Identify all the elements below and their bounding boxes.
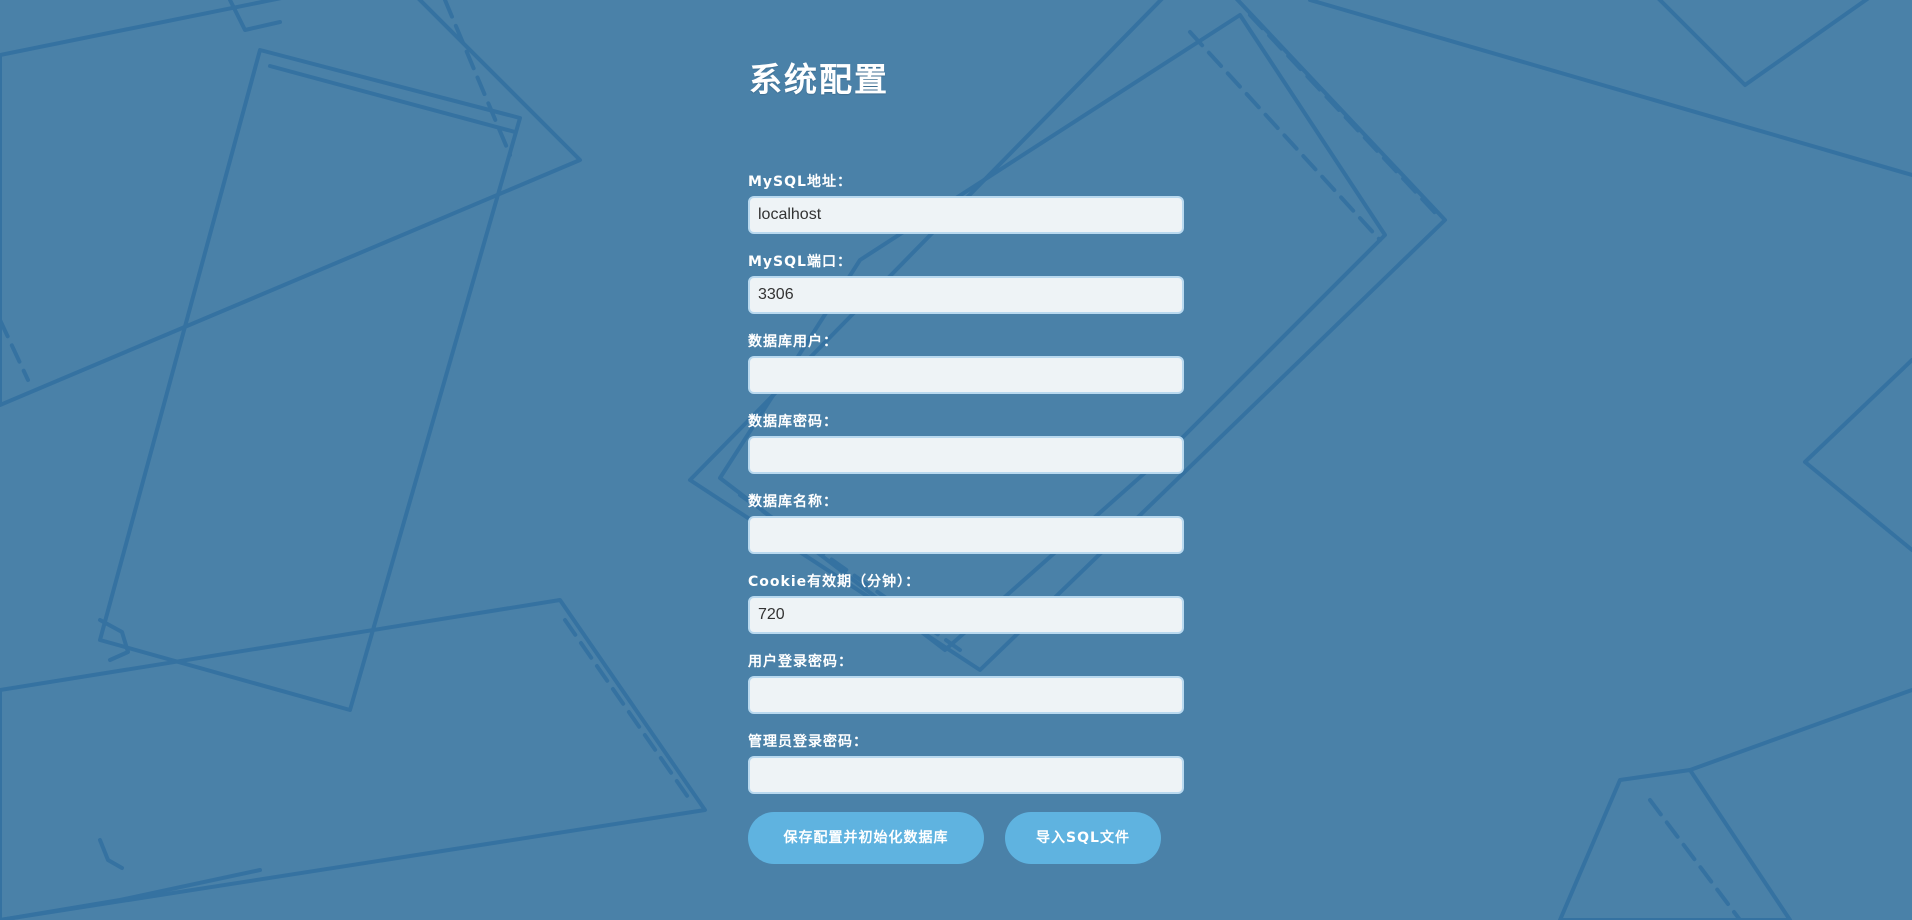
mysql-port-input[interactable] xyxy=(748,276,1184,314)
user-password-input[interactable] xyxy=(748,676,1184,714)
db-user-label: 数据库用户： xyxy=(748,334,838,350)
cookie-expiry-input[interactable] xyxy=(748,596,1184,634)
mysql-host-label: MySQL地址： xyxy=(748,174,852,190)
cookie-expiry-field: Cookie有效期（分钟）： xyxy=(748,572,1184,634)
db-password-input[interactable] xyxy=(748,436,1184,474)
user-password-label: 用户登录密码： xyxy=(748,654,853,670)
db-user-field: 数据库用户： xyxy=(748,332,1184,394)
db-name-field: 数据库名称： xyxy=(748,492,1184,554)
admin-password-field: 管理员登录密码： xyxy=(748,732,1184,794)
config-panel: 系统配置 MySQL地址： MySQL端口： 数据库用户： 数据库密码： 数据库… xyxy=(748,60,1184,864)
db-password-field: 数据库密码： xyxy=(748,412,1184,474)
save-and-init-button[interactable]: 保存配置并初始化数据库 xyxy=(748,812,984,864)
mysql-host-field: MySQL地址： xyxy=(748,172,1184,234)
user-password-field: 用户登录密码： xyxy=(748,652,1184,714)
page-title: 系统配置 xyxy=(749,60,889,99)
config-form: MySQL地址： MySQL端口： 数据库用户： 数据库密码： 数据库名称： C… xyxy=(748,172,1184,864)
admin-password-input[interactable] xyxy=(748,756,1184,794)
db-name-label: 数据库名称： xyxy=(748,494,838,510)
mysql-port-field: MySQL端口： xyxy=(748,252,1184,314)
db-name-input[interactable] xyxy=(748,516,1184,554)
mysql-host-input[interactable] xyxy=(748,196,1184,234)
admin-password-label: 管理员登录密码： xyxy=(748,734,868,750)
mysql-port-label: MySQL端口： xyxy=(748,254,852,270)
db-password-label: 数据库密码： xyxy=(748,414,838,430)
cookie-expiry-label: Cookie有效期（分钟）： xyxy=(748,574,921,590)
db-user-input[interactable] xyxy=(748,356,1184,394)
import-sql-button[interactable]: 导入SQL文件 xyxy=(1005,812,1161,864)
form-actions: 保存配置并初始化数据库 导入SQL文件 xyxy=(748,812,1184,864)
